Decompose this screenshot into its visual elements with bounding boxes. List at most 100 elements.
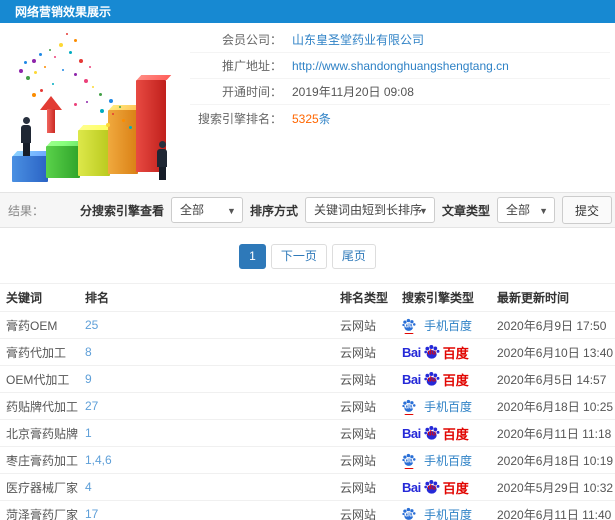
baidu-logo-cn: 百度 — [442, 372, 469, 388]
businessman-figure — [20, 117, 32, 156]
filter-bar: 结果： 分搜索引擎查看 全部 ▼ 排序方式 关键词由短到长排序 ▼ 文章类型 全… — [0, 192, 615, 228]
engine-select[interactable]: 全部 ▼ — [170, 197, 243, 223]
confetti-dot — [66, 33, 68, 35]
confetti-dot — [39, 53, 42, 56]
update-time-cell: 2020年5月29日 10:32 — [497, 480, 614, 495]
rank-cell: 17 — [85, 507, 340, 520]
info-value: http://www.shandonghuangshengtang.cn — [292, 59, 509, 73]
mobile-baidu-logo: du 手机百度 — [402, 398, 472, 415]
confetti-dot — [32, 59, 36, 63]
rank-type-cell: 云网站 — [340, 399, 377, 414]
next-page-button[interactable]: 下一页 — [270, 244, 327, 269]
rank-link[interactable]: 27 — [85, 399, 98, 413]
du-text: du — [404, 511, 414, 519]
table-row: 枣庄膏药加工 1,4,6 云网站 du 手机百度 2020年6月18日 10:19 — [0, 447, 615, 474]
baidu-paw-icon: du — [424, 344, 440, 360]
rank-link[interactable]: 17 — [85, 507, 98, 520]
rank-link[interactable]: 1 — [85, 426, 92, 440]
column-header: 排名类型 — [340, 291, 389, 305]
confetti-dot — [122, 119, 125, 122]
pagination: 1 下一页 尾页 — [0, 244, 615, 269]
engine-cell: Bai du 百度 — [402, 478, 497, 497]
rank-link[interactable]: 9 — [85, 372, 92, 386]
article-filter-label: 文章类型 — [441, 203, 490, 218]
article-type-select[interactable]: 全部 ▼ — [496, 197, 555, 223]
engine-cell: du 手机百度 — [402, 452, 497, 469]
confetti-dot — [44, 66, 46, 68]
illustration-bar — [46, 146, 80, 178]
table-row: 北京膏药贴牌 1 云网站 Bai du 百度 2020年6月11日 11:18 — [0, 420, 615, 447]
engine-cell: Bai du 百度 — [402, 424, 497, 443]
confetti-dot — [129, 126, 132, 129]
table-row: 膏药代加工 8 云网站 Bai du 百度 2020年6月10日 13:40 — [0, 339, 615, 366]
mobile-baidu-label: 手机百度 — [424, 399, 473, 414]
keyword-cell: 膏药代加工 — [6, 345, 67, 360]
sort-select[interactable]: 关键词由短到长排序 ▼ — [304, 197, 435, 223]
rank-cell: 1,4,6 — [85, 453, 340, 467]
baidu-paw-icon: du — [424, 371, 440, 387]
rank-link[interactable]: 1,4,6 — [85, 453, 112, 467]
baidu-logo-text: Bai — [402, 371, 421, 387]
info-section: 会员公司： 山东皇圣堂药业有限公司 推广地址： http://www.shandong… — [0, 23, 615, 192]
table-header-row: 关键词 排名 排名类型 搜索引擎类型 最新更新时间 — [0, 283, 615, 312]
table-row: 膏药OEM 25 云网站 du 手机百度 2020年6月9日 17:50 — [0, 312, 615, 339]
table-row: OEM代加工 9 云网站 Bai du 百度 2020年6月5日 14:57 — [0, 366, 615, 393]
baidu-logo-cn: 百度 — [442, 345, 469, 361]
keyword-cell: 菏泽膏药厂家 — [6, 507, 79, 520]
rank-cell: 25 — [85, 318, 340, 332]
update-time-cell: 2020年6月18日 10:25 — [497, 399, 614, 414]
update-time-cell: 2020年6月11日 11:40 — [497, 507, 612, 520]
confetti-dot — [74, 39, 77, 42]
confetti-dot — [86, 101, 88, 103]
confetti-dot — [32, 93, 36, 97]
rank-count: 5325 — [292, 111, 319, 126]
confetti-dot — [106, 123, 110, 127]
info-link[interactable]: 山东皇圣堂药业有限公司 — [292, 33, 424, 47]
page-button-current[interactable]: 1 — [239, 244, 266, 269]
keyword-cell: OEM代加工 — [6, 372, 70, 387]
rank-cell: 4 — [85, 480, 340, 494]
baidu-logo-text: Bai — [402, 344, 421, 360]
illustration-bar — [12, 156, 48, 182]
update-time-cell: 2020年6月11日 11:18 — [497, 426, 612, 441]
mobile-baidu-label: 手机百度 — [424, 453, 473, 468]
filter-controls: 分搜索引擎查看 全部 ▼ 排序方式 关键词由短到长排序 ▼ 文章类型 全部 ▼ … — [80, 196, 612, 224]
confetti-dot — [99, 93, 102, 96]
baidu-logo: Bai du 百度 — [402, 424, 469, 443]
engine-cell: Bai du 百度 — [402, 343, 497, 362]
submit-button[interactable]: 提交 — [561, 196, 612, 224]
engine-cell: du 手机百度 — [402, 506, 497, 520]
baidu-logo: Bai du 百度 — [402, 343, 469, 362]
column-header: 关键词 — [6, 291, 43, 305]
rank-link[interactable]: 4 — [85, 480, 92, 494]
column-header: 搜索引擎类型 — [402, 291, 475, 305]
confetti-dot — [54, 56, 56, 58]
rank-type-cell: 云网站 — [340, 345, 377, 360]
rank-link[interactable]: 8 — [85, 345, 92, 359]
confetti-dot — [92, 86, 94, 88]
update-time-cell: 2020年6月18日 10:19 — [497, 453, 614, 468]
info-row: 会员公司： 山东皇圣堂药业有限公司 — [190, 27, 610, 53]
confetti-dot — [79, 59, 83, 63]
table-row: 医疗器械厂家 4 云网站 Bai du 百度 2020年5月29日 10:32 — [0, 474, 615, 501]
keyword-cell: 膏药OEM — [6, 318, 58, 333]
confetti-dot — [62, 69, 64, 71]
info-link[interactable]: http://www.shandonghuangshengtang.cn — [292, 59, 509, 73]
red-underline — [404, 414, 414, 415]
red-underline — [404, 333, 414, 334]
info-label: 会员公司： — [221, 33, 282, 47]
last-page-button[interactable]: 尾页 — [331, 244, 376, 269]
result-label: 结果： — [8, 203, 45, 218]
confetti-dot — [49, 49, 51, 51]
table-row: 菏泽膏药厂家 17 云网站 du 手机百度 2020年6月11日 11:40 — [0, 501, 615, 520]
confetti-dot — [112, 113, 114, 115]
keyword-cell: 枣庄膏药加工 — [6, 453, 79, 468]
info-label: 推广地址： — [221, 59, 282, 73]
rank-link[interactable]: 25 — [85, 318, 98, 332]
chevron-down-icon: ▼ — [227, 206, 236, 216]
up-arrow-icon — [40, 96, 62, 134]
rank-type-cell: 云网站 — [340, 426, 377, 441]
table-row: 药贴牌代加工 27 云网站 du 手机百度 2020年6月18日 10:25 — [0, 393, 615, 420]
keyword-cell: 药贴牌代加工 — [6, 399, 79, 414]
businessman-figure — [156, 141, 168, 180]
